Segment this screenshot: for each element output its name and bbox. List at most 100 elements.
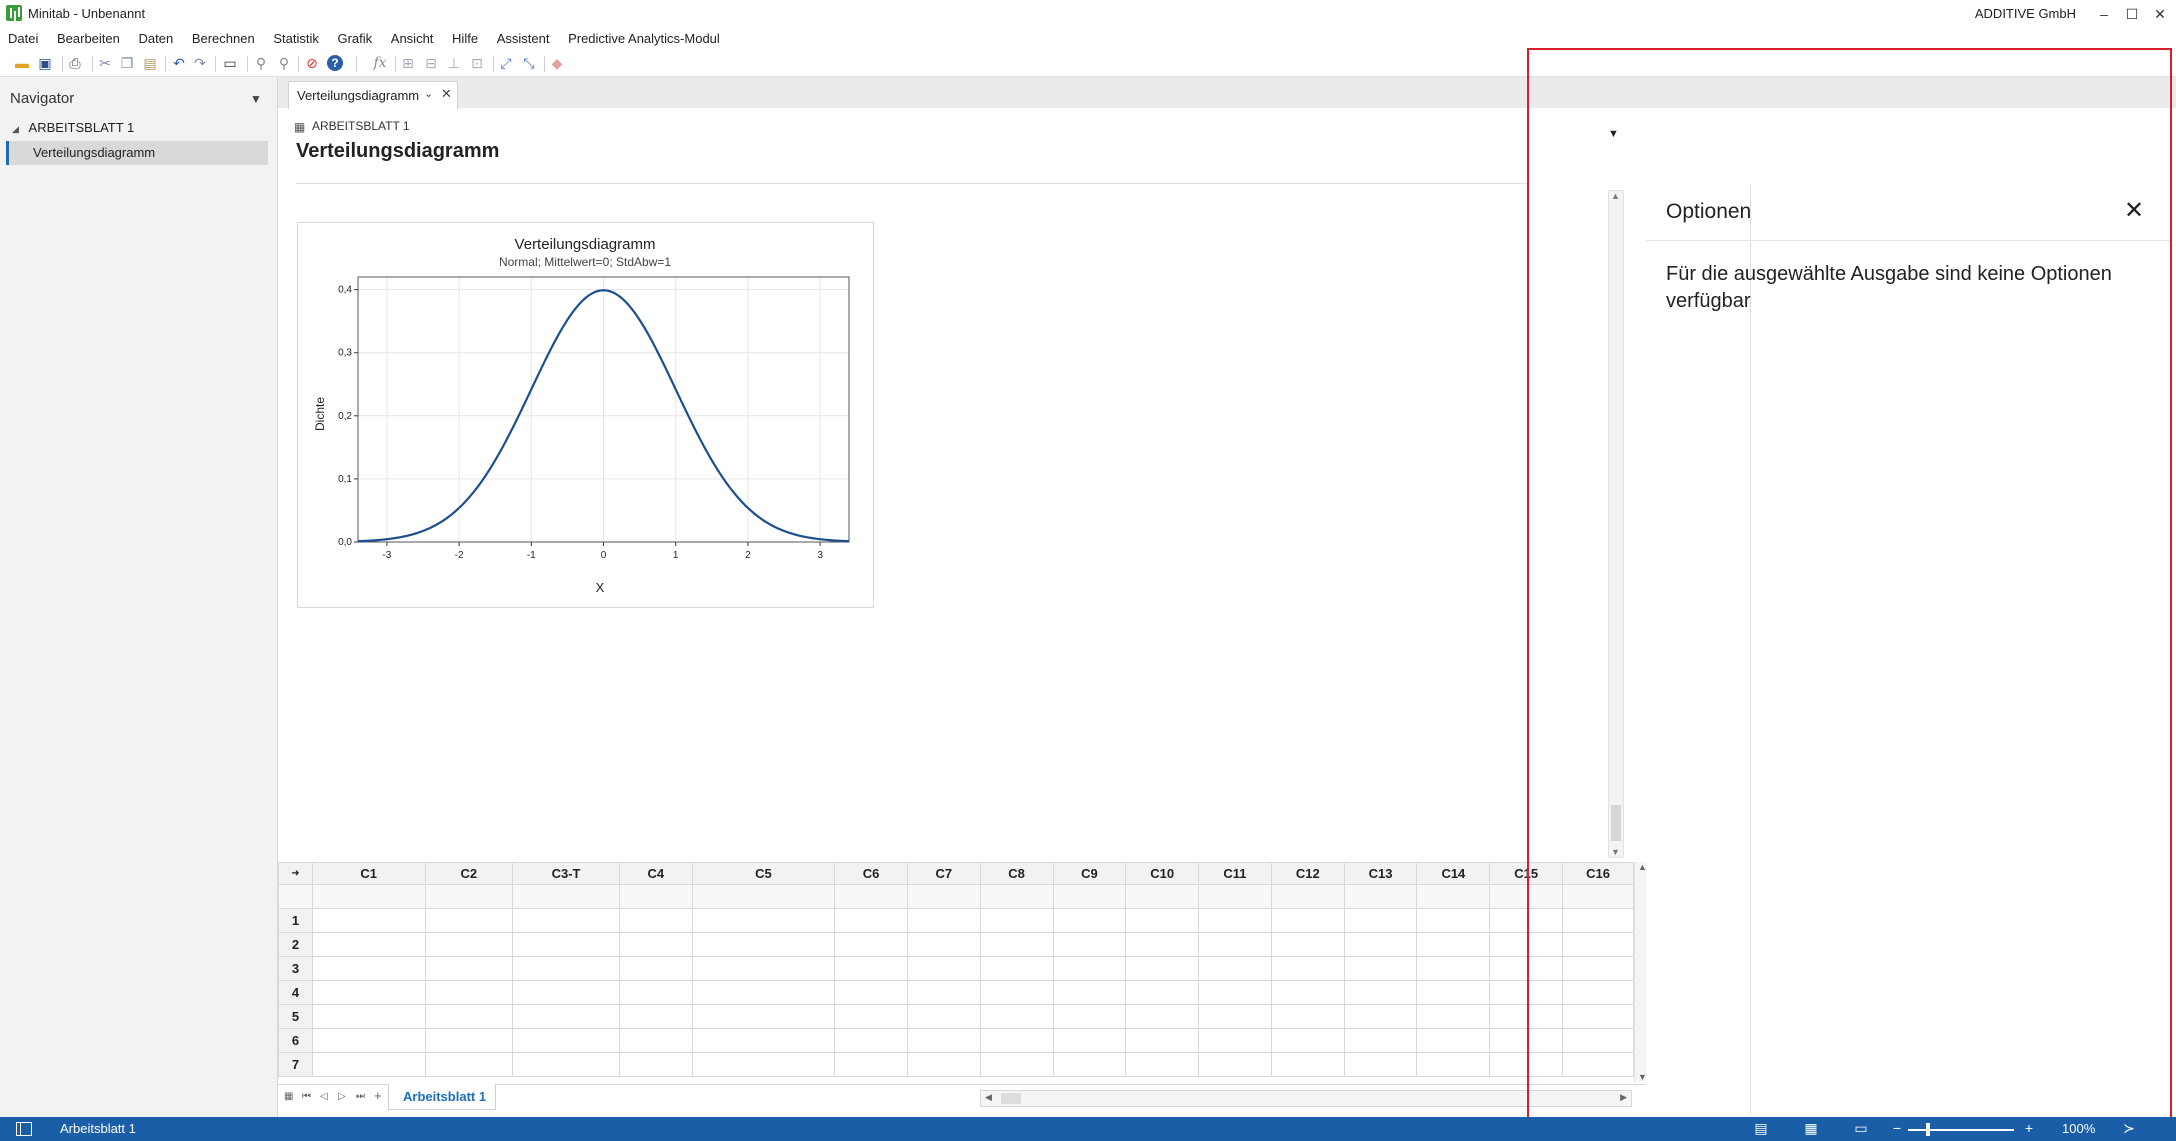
- worksheet-cell[interactable]: [1489, 980, 1564, 1005]
- worksheet-cell[interactable]: [618, 1052, 693, 1077]
- row-header[interactable]: 1: [278, 908, 313, 933]
- first-sheet-icon[interactable]: ⏮: [302, 1091, 311, 1102]
- column-header[interactable]: C13: [1343, 862, 1418, 885]
- column-name-cell[interactable]: [424, 884, 514, 909]
- worksheet-cell[interactable]: [424, 932, 514, 957]
- help-icon[interactable]: ?: [327, 55, 343, 71]
- worksheet-cell[interactable]: [1198, 908, 1272, 933]
- worksheet-cell[interactable]: [512, 908, 620, 933]
- zoom-slider-thumb[interactable]: [1926, 1123, 1930, 1136]
- worksheet-cell[interactable]: [834, 956, 908, 981]
- command-line-icon[interactable]: ≻: [2120, 1120, 2138, 1137]
- view-grid-icon[interactable]: ▦: [1802, 1120, 1820, 1137]
- worksheet-cell[interactable]: [1270, 956, 1345, 981]
- worksheet-cell[interactable]: [1562, 1004, 1634, 1029]
- worksheet-cell[interactable]: [424, 1004, 514, 1029]
- worksheet-cell[interactable]: [1562, 1052, 1634, 1077]
- navigator-group-worksheet[interactable]: ◢ ARBEITSBLATT 1: [12, 120, 134, 135]
- worksheet-cell[interactable]: [1416, 956, 1491, 981]
- worksheet-cell[interactable]: [311, 956, 426, 981]
- close-window-button[interactable]: ✕: [2146, 2, 2174, 26]
- zoom-in-icon[interactable]: +: [2020, 1120, 2038, 1137]
- column-name-cell[interactable]: [1343, 884, 1418, 909]
- worksheet-cell[interactable]: [691, 1052, 836, 1077]
- worksheet-cell[interactable]: [1416, 980, 1491, 1005]
- column-name-cell[interactable]: [618, 884, 693, 909]
- worksheet-cell[interactable]: [1052, 1052, 1127, 1077]
- undo-icon[interactable]: ↶: [171, 55, 187, 71]
- window-icon[interactable]: ▭: [222, 55, 238, 71]
- worksheet-cell[interactable]: [1125, 1052, 1200, 1077]
- column-name-cell[interactable]: [691, 884, 836, 909]
- previous-sheet-icon[interactable]: ◁: [320, 1091, 328, 1102]
- column-header[interactable]: C8: [979, 862, 1054, 885]
- row-header[interactable]: 5: [278, 1004, 313, 1029]
- worksheet-cell[interactable]: [311, 932, 426, 957]
- column-name-cell[interactable]: [1489, 884, 1564, 909]
- close-icon[interactable]: ✕: [2124, 196, 2144, 225]
- column-header[interactable]: C15: [1489, 862, 1564, 885]
- insert-cells-icon[interactable]: ⊞: [400, 55, 416, 71]
- last-sheet-icon[interactable]: ⏭: [356, 1091, 365, 1102]
- menu-predictive-analytics[interactable]: Predictive Analytics-Modul: [568, 28, 720, 50]
- column-name-cell[interactable]: [834, 884, 908, 909]
- worksheet-cell[interactable]: [906, 1004, 981, 1029]
- menu-hilfe[interactable]: Hilfe: [452, 28, 478, 50]
- worksheet-cell[interactable]: [1416, 1028, 1491, 1053]
- worksheet-cell[interactable]: [1198, 956, 1272, 981]
- scrollbar-thumb[interactable]: [1001, 1093, 1021, 1104]
- worksheet-cell[interactable]: [424, 1028, 514, 1053]
- column-header[interactable]: C2: [424, 862, 514, 885]
- column-name-cell[interactable]: [1125, 884, 1200, 909]
- worksheet-cell[interactable]: [1125, 956, 1200, 981]
- worksheet-cell[interactable]: [424, 980, 514, 1005]
- crosshair-icon[interactable]: ⤡: [521, 55, 537, 71]
- worksheet-cell[interactable]: [1562, 956, 1634, 981]
- worksheet-cell[interactable]: [1052, 980, 1127, 1005]
- worksheet-cell[interactable]: [834, 1052, 908, 1077]
- close-tab-icon[interactable]: ✕: [441, 86, 452, 102]
- worksheet-cell[interactable]: [691, 932, 836, 957]
- worksheet-cell[interactable]: [1416, 908, 1491, 933]
- worksheet-cell[interactable]: [906, 956, 981, 981]
- menu-daten[interactable]: Daten: [139, 28, 174, 50]
- worksheet-cell[interactable]: [512, 1028, 620, 1053]
- row-header[interactable]: 6: [278, 1028, 313, 1053]
- output-tab[interactable]: Verteilungsdiagramm ⌄ ✕: [288, 81, 458, 109]
- next-sheet-icon[interactable]: ▷: [338, 1091, 346, 1102]
- column-header[interactable]: C10: [1125, 862, 1200, 885]
- sheet-tab[interactable]: Arbeitsblatt 1: [388, 1084, 496, 1110]
- worksheet-cell[interactable]: [834, 980, 908, 1005]
- worksheet-cell[interactable]: [1343, 1004, 1418, 1029]
- worksheet-cell[interactable]: [691, 956, 836, 981]
- worksheet-cell[interactable]: [691, 980, 836, 1005]
- column-header[interactable]: C7: [906, 862, 981, 885]
- worksheet-cell[interactable]: [1343, 980, 1418, 1005]
- row-header[interactable]: 2: [278, 932, 313, 957]
- navigator-dropdown-icon[interactable]: ▼: [250, 92, 262, 106]
- worksheet-cell[interactable]: [618, 1028, 693, 1053]
- worksheet-cell[interactable]: [1125, 980, 1200, 1005]
- navigator-item-verteilungsdiagramm[interactable]: Verteilungsdiagramm: [6, 141, 268, 165]
- column-header[interactable]: C14: [1416, 862, 1491, 885]
- column-header[interactable]: C3-T: [512, 862, 620, 885]
- worksheet-cell[interactable]: [906, 1028, 981, 1053]
- worksheet-cell[interactable]: [1562, 980, 1634, 1005]
- worksheet-cell[interactable]: [979, 1052, 1054, 1077]
- worksheet-cell[interactable]: [1416, 1052, 1491, 1077]
- worksheet-cell[interactable]: [979, 1028, 1054, 1053]
- worksheet-cell[interactable]: [906, 1052, 981, 1077]
- worksheet-horizontal-scrollbar[interactable]: ◀ ▶: [980, 1090, 1632, 1107]
- replace-icon[interactable]: ⚲: [276, 55, 292, 71]
- sheet-list-icon[interactable]: ▦: [284, 1091, 293, 1102]
- zoom-slider-track[interactable]: [1908, 1129, 2014, 1131]
- worksheet-cell[interactable]: [1562, 908, 1634, 933]
- column-name-cell[interactable]: [1562, 884, 1634, 909]
- worksheet-cell[interactable]: [1125, 1004, 1200, 1029]
- worksheet-cell[interactable]: [1562, 932, 1634, 957]
- worksheet-cell[interactable]: [618, 956, 693, 981]
- column-name-cell[interactable]: [1270, 884, 1345, 909]
- worksheet-cell[interactable]: [311, 980, 426, 1005]
- worksheet-cell[interactable]: [834, 932, 908, 957]
- menu-bearbeiten[interactable]: Bearbeiten: [57, 28, 120, 50]
